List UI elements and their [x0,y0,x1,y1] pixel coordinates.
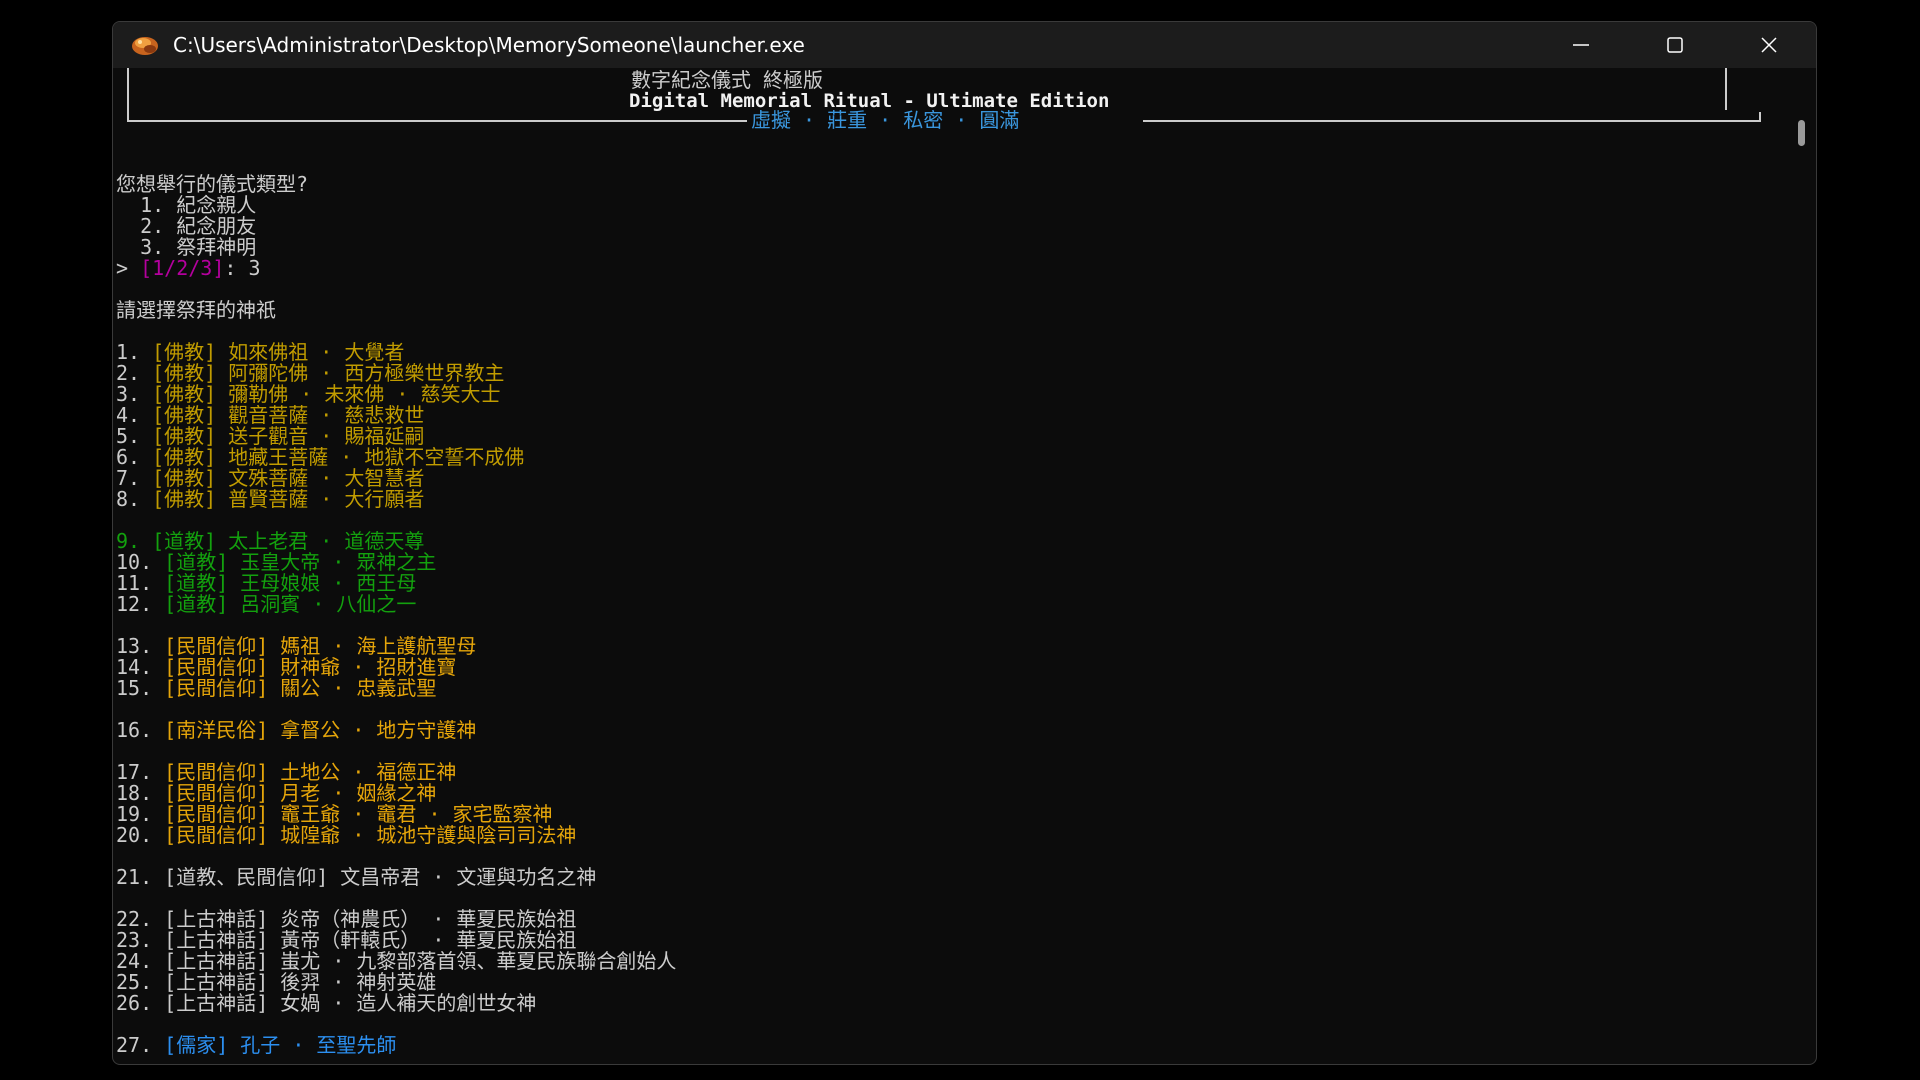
deity-item: 11. [道教] 王母娘娘 · 西王母 [116,571,417,595]
deity-item: 20. [民間信仰] 城隍爺 · 城池守護與陰司司法神 [116,823,577,847]
deity-item: 7. [佛教] 文殊菩薩 · 大智慧者 [116,466,425,490]
header-box-left-border [127,68,129,122]
deity-item: 15. [民間信仰] 關公 · 忠義武聖 [116,676,437,700]
app-icon [132,37,158,55]
deity-item: 4. [佛教] 觀音菩薩 · 慈悲救世 [116,403,425,427]
deity-item: 19. [民間信仰] 竈王爺 · 竈君 · 家宅監察神 [116,802,553,826]
deity-item: 8. [佛教] 普賢菩薩 · 大行願者 [116,487,425,511]
close-button[interactable] [1722,22,1816,68]
deity-item: 18. [民間信仰] 月老 · 姻緣之神 [116,781,437,805]
deity-item: 13. [民間信仰] 媽祖 · 海上護航聖母 [116,634,477,658]
deity-item: 2. [佛教] 阿彌陀佛 · 西方極樂世界教主 [116,361,505,385]
header-box-right-border [1725,68,1727,110]
deity-question: 請選擇祭拜的神祇 [116,298,276,322]
deity-item: 1. [佛教] 如來佛祖 · 大覺者 [116,340,405,364]
ritual-input-line[interactable]: > [1/2/3]: 3 [116,258,261,279]
ritual-option: 3. 祭拜神明 [116,235,257,259]
deity-item: 21. [道教、民間信仰] 文昌帝君 · 文運與功名之神 [116,865,597,889]
header-box-bottom-border [1143,120,1761,122]
deity-item: 17. [民間信仰] 土地公 · 福德正神 [116,760,457,784]
deity-item: 10. [道教] 玉皇大帝 · 眾神之主 [116,550,437,574]
deity-item: 5. [佛教] 送子觀音 · 賜福延嗣 [116,424,425,448]
deity-item: 3. [佛教] 彌勒佛 · 未來佛 · 慈笑大士 [116,382,501,406]
deity-item: 6. [佛教] 地藏王菩薩 · 地獄不空誓不成佛 [116,445,525,469]
ritual-option: 1. 紀念親人 [116,193,257,217]
minimize-button[interactable] [1534,22,1628,68]
deity-item: 24. [上古神話] 蚩尤 · 九黎部落首領、華夏民族聯合創始人 [116,949,677,973]
deity-item: 23. [上古神話] 黃帝（軒轅氏） · 華夏民族始祖 [116,928,577,952]
deity-item: 22. [上古神話] 炎帝（神農氏） · 華夏民族始祖 [116,907,577,931]
deity-item: 12. [道教] 呂洞賓 · 八仙之一 [116,592,417,616]
header-title-zh: 數字紀念儀式 終極版 [631,68,824,92]
terminal-output[interactable]: 數字紀念儀式 終極版 Digital Memorial Ritual - Ult… [113,68,1788,1064]
ritual-type-question: 您想舉行的儀式類型? [116,172,309,196]
deity-item: 27. [儒家] 孔子 · 至聖先師 [116,1033,397,1057]
deity-item: 9. [道教] 太上老君 · 道德天尊 [116,529,425,553]
prompt-answer: : 3 [224,256,261,280]
header-subtitle: 虛擬 · 莊重 · 私密 · 圓滿 [751,108,1020,132]
header-box-corner [1759,112,1761,122]
header-box-bottom-border [127,120,747,122]
minimize-icon [1573,44,1589,46]
maximize-button[interactable] [1628,22,1722,68]
deity-item: 16. [南洋民俗] 拿督公 · 地方守護神 [116,718,477,742]
deity-item: 26. [上古神話] 女媧 · 造人補天的創世女神 [116,991,537,1015]
prompt-caret: > [116,256,141,280]
scrollbar-thumb[interactable] [1798,120,1805,146]
vertical-scrollbar[interactable] [1788,68,1816,1064]
deity-item: 25. [上古神話] 後羿 · 神射英雄 [116,970,437,994]
terminal-window: C:\Users\Administrator\Desktop\MemorySom… [112,21,1817,1065]
prompt-choices: [1/2/3] [140,256,225,280]
deity-item: 14. [民間信仰] 財神爺 · 招財進寶 [116,655,457,679]
title-bar[interactable]: C:\Users\Administrator\Desktop\MemorySom… [113,22,1816,68]
ritual-option: 2. 紀念朋友 [116,214,257,238]
maximize-icon [1667,37,1683,53]
window-title: C:\Users\Administrator\Desktop\MemorySom… [173,33,805,57]
close-icon [1761,37,1777,53]
